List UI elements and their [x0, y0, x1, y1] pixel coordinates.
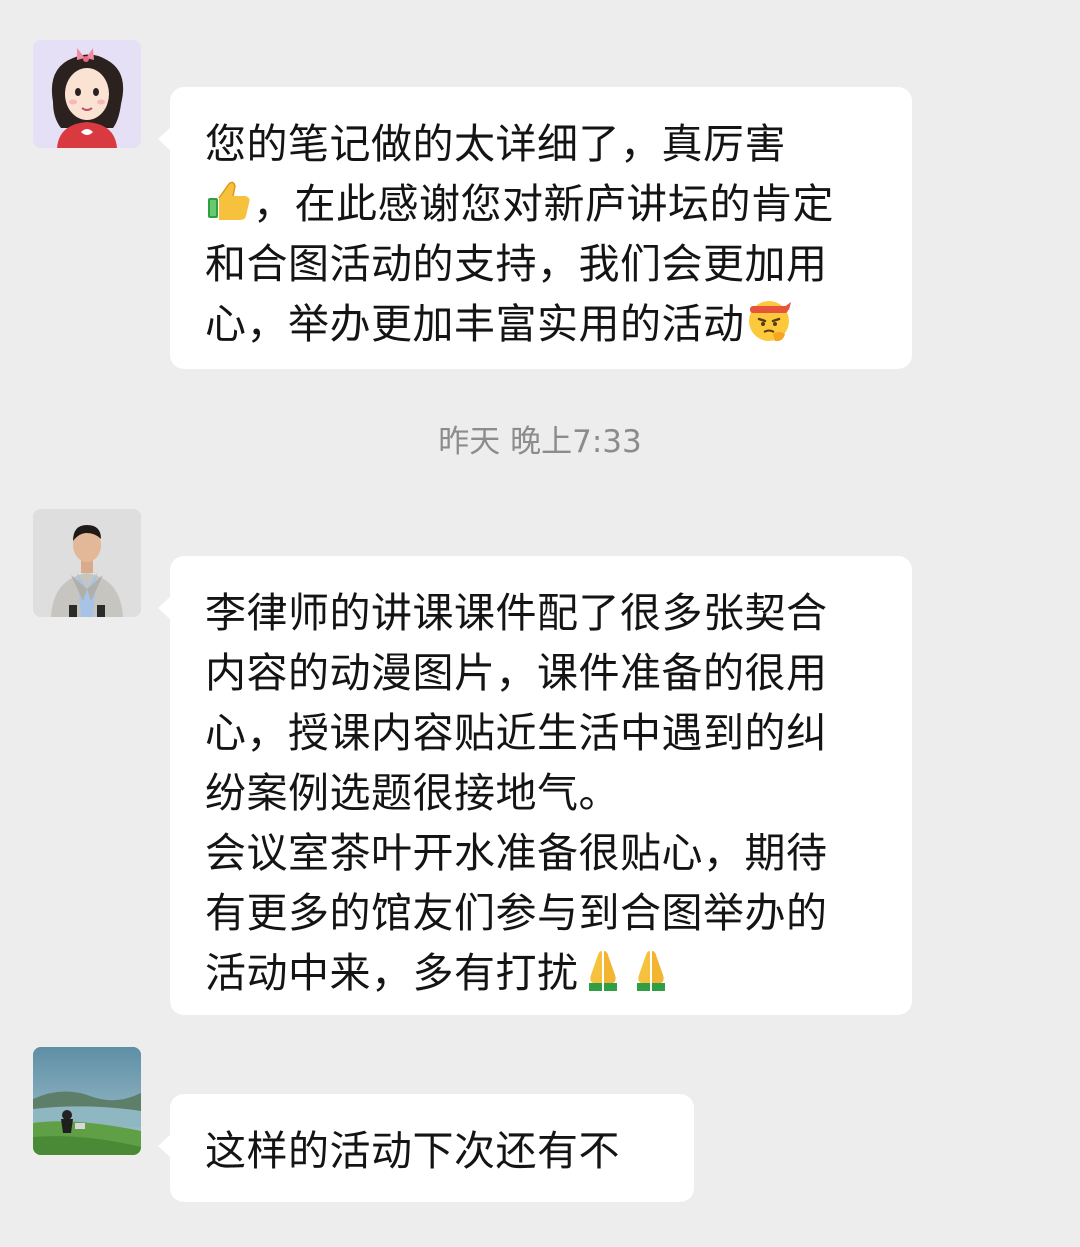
thumbs-up-icon	[205, 176, 253, 224]
message-1-line-1: 您的笔记做的太详细了，真厉害	[205, 120, 786, 168]
message-1-line-4: 心，举办更加丰富实用的活动	[205, 300, 745, 348]
message-2-line-1: 李律师的讲课课件配了很多张契合	[205, 589, 828, 637]
message-1-line-4-wrap: 心，举办更加丰富实用的活动	[205, 294, 880, 354]
message-2-line-4: 纷案例选题很接地气。	[205, 769, 620, 817]
message-2-line-2: 内容的动漫图片，课件准备的很用	[205, 649, 828, 697]
message-2-line-5: 会议室茶叶开水准备很贴心，期待	[205, 829, 828, 877]
message-2-line-7-wrap: 活动中来，多有打扰	[205, 943, 880, 1003]
message-2-line-7: 活动中来，多有打扰	[205, 949, 579, 997]
message-1-line-2: ，在此感谢您对新庐讲坛的肯定	[253, 180, 834, 228]
avatar-cartoon-woman[interactable]	[33, 40, 141, 148]
avatar-landscape[interactable]	[33, 1047, 141, 1155]
message-1-line-2-wrap: ，在此感谢您对新庐讲坛的肯定	[205, 174, 880, 234]
message-3-line-1: 这样的活动下次还有不	[205, 1127, 620, 1175]
folded-hands-icon	[627, 945, 675, 993]
message-bubble-2[interactable]: 李律师的讲课课件配了很多张契合 内容的动漫图片，课件准备的很用 心，授课内容贴近…	[158, 556, 912, 1015]
timestamp: 昨天 晚上7:33	[438, 424, 642, 460]
message-2-line-6: 有更多的馆友们参与到合图举办的	[205, 889, 828, 937]
avatar-man-in-suit[interactable]	[33, 509, 141, 617]
message-1-line-3: 和合图活动的支持，我们会更加用	[205, 240, 828, 288]
message-bubble-3[interactable]: 这样的活动下次还有不	[158, 1094, 694, 1202]
message-2-line-3: 心，授课内容贴近生活中遇到的纠	[205, 709, 828, 757]
determined-face-icon	[745, 296, 793, 344]
folded-hands-icon	[579, 945, 627, 993]
message-bubble-1[interactable]: 您的笔记做的太详细了，真厉害 ，在此感谢您对新庐讲坛的肯定 和合图活动的支持，我…	[158, 87, 912, 369]
